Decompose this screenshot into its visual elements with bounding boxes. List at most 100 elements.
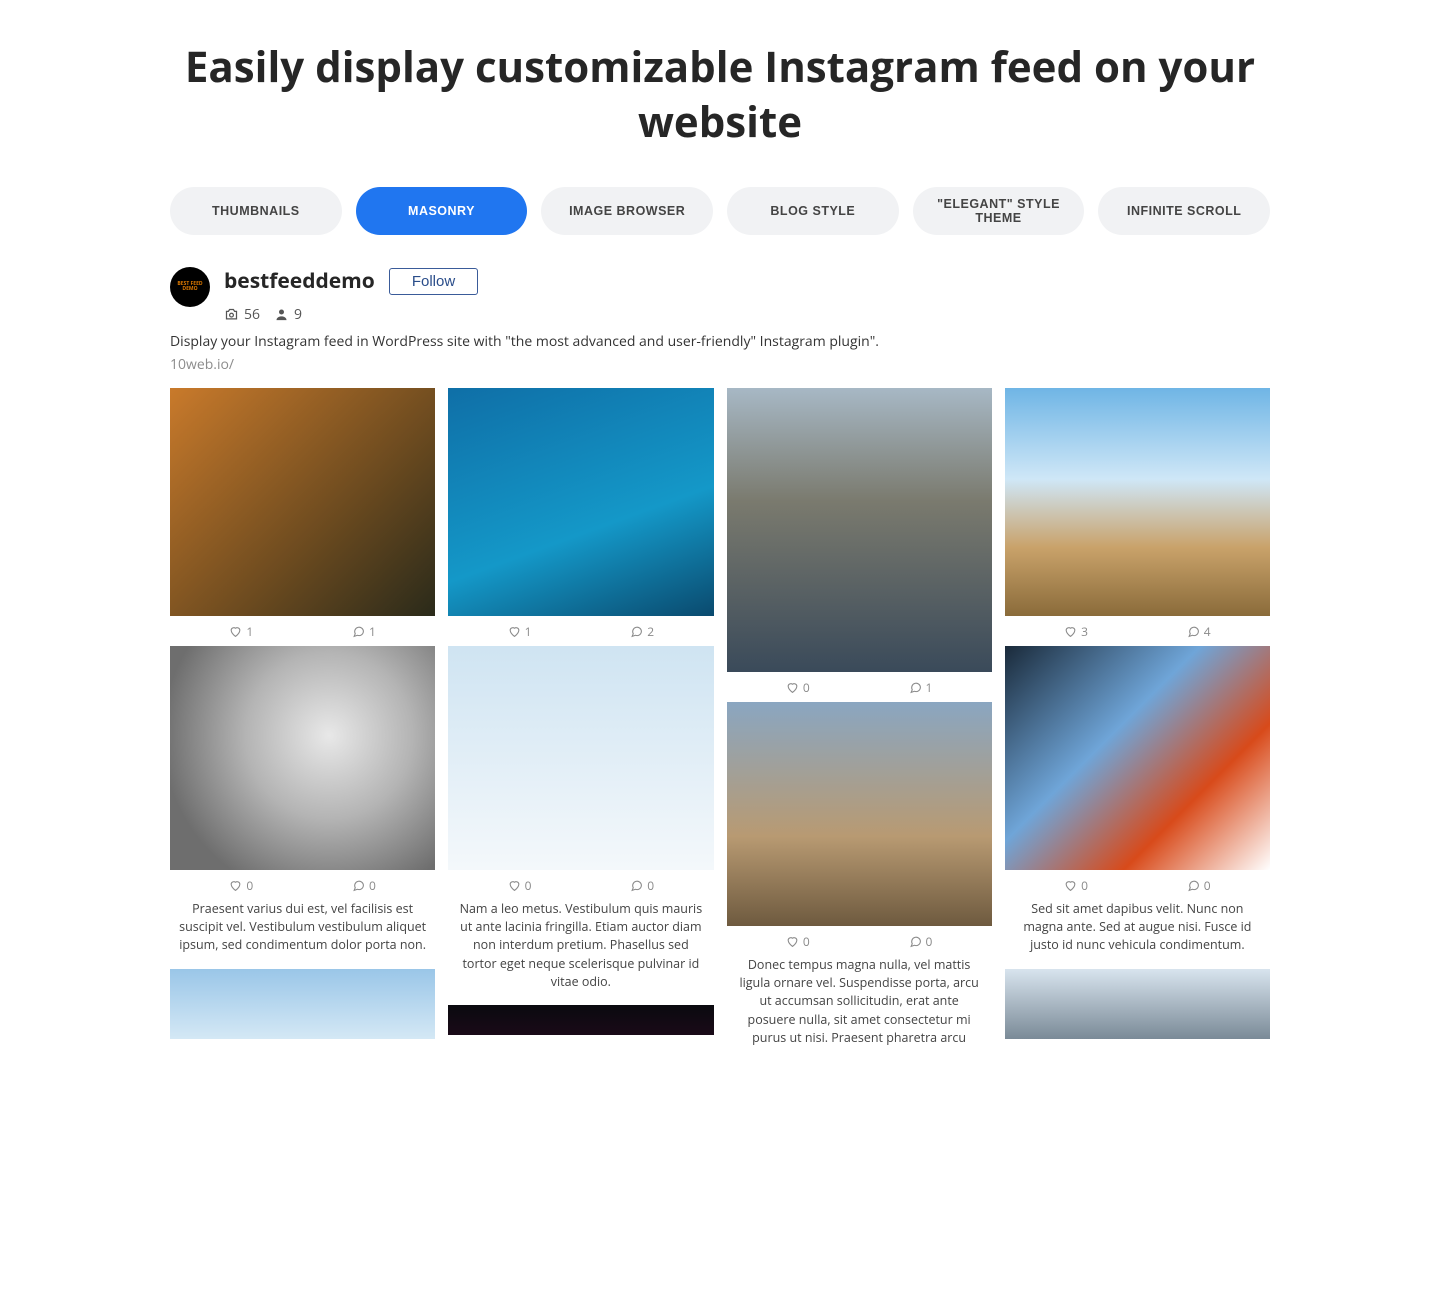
feed-image[interactable] [1005, 388, 1270, 616]
feed-meta: 00 [448, 870, 713, 898]
camera-icon [224, 307, 239, 322]
comments-count: 1 [926, 679, 933, 696]
comment-icon [1187, 625, 1200, 638]
comments-count: 2 [647, 623, 654, 640]
follow-button[interactable]: Follow [389, 268, 478, 295]
comment-icon [630, 625, 643, 638]
feed-image[interactable] [448, 1005, 713, 1035]
feed-meta: 34 [1005, 616, 1270, 644]
feed-meta: 11 [170, 616, 435, 644]
tab-masonry[interactable]: MASONRY [356, 187, 528, 235]
avatar[interactable]: BEST FEED DEMO [170, 267, 210, 307]
feed-image[interactable] [727, 388, 992, 672]
likes[interactable]: 1 [508, 623, 532, 640]
masonry-column: 3400Sed sit amet dapibus velit. Nunc non… [1005, 388, 1270, 1059]
comments[interactable]: 4 [1187, 623, 1211, 640]
posts-count: 56 [224, 305, 260, 324]
feed-card: 12 [448, 388, 713, 644]
heart-icon [786, 681, 799, 694]
feed-card: 00Sed sit amet dapibus velit. Nunc non m… [1005, 646, 1270, 966]
masonry-column: 1100Praesent varius dui est, vel facilis… [170, 388, 435, 1059]
feed-image[interactable] [170, 388, 435, 616]
heart-icon [229, 879, 242, 892]
comments-count: 1 [369, 623, 376, 640]
feed-image[interactable] [1005, 646, 1270, 870]
feed-image[interactable] [1005, 969, 1270, 1039]
likes[interactable]: 0 [229, 877, 253, 894]
followers-count-value: 9 [294, 305, 302, 324]
likes-count: 0 [525, 877, 532, 894]
heart-icon [786, 935, 799, 948]
profile-link[interactable]: 10web.io/ [170, 355, 1270, 374]
likes-count: 1 [525, 623, 532, 640]
comments-count: 4 [1204, 623, 1211, 640]
feed-caption: Sed sit amet dapibus velit. Nunc non mag… [1005, 898, 1270, 966]
heart-icon [508, 625, 521, 638]
feed-image[interactable] [170, 646, 435, 870]
comment-icon [352, 879, 365, 892]
likes-count: 0 [803, 933, 810, 950]
user-icon [274, 307, 289, 322]
followers-count: 9 [274, 305, 302, 324]
feed-card: 00Praesent varius dui est, vel facilisis… [170, 646, 435, 966]
likes[interactable]: 0 [786, 933, 810, 950]
comment-icon [909, 935, 922, 948]
feed-caption: Praesent varius dui est, vel facilisis e… [170, 898, 435, 966]
tab-blog-style[interactable]: BLOG STYLE [727, 187, 899, 235]
feed-meta: 00 [727, 926, 992, 954]
tabs-bar: THUMBNAILS MASONRY IMAGE BROWSER BLOG STYLE… [170, 187, 1270, 235]
profile-header: BEST FEED DEMO bestfeeddemo Follow 56 9 [170, 267, 1270, 324]
likes[interactable]: 0 [1064, 877, 1088, 894]
likes[interactable]: 0 [786, 679, 810, 696]
posts-count-value: 56 [244, 305, 260, 324]
comments-count: 0 [647, 877, 654, 894]
comment-icon [352, 625, 365, 638]
tab-elegant-style-theme[interactable]: "ELEGANT" STYLE THEME [913, 187, 1085, 235]
heart-icon [1064, 879, 1077, 892]
heart-icon [229, 625, 242, 638]
feed-caption: Donec tempus magna nulla, vel mattis lig… [727, 954, 992, 1059]
comment-icon [1187, 879, 1200, 892]
comments[interactable]: 1 [352, 623, 376, 640]
tab-thumbnails[interactable]: THUMBNAILS [170, 187, 342, 235]
comments-count: 0 [926, 933, 933, 950]
heart-icon [1064, 625, 1077, 638]
comments[interactable]: 0 [909, 933, 933, 950]
profile-username[interactable]: bestfeeddemo [224, 267, 375, 295]
feed-card: 01 [727, 388, 992, 700]
tab-image-browser[interactable]: IMAGE BROWSER [541, 187, 713, 235]
feed-meta: 01 [727, 672, 992, 700]
tab-infinite-scroll[interactable]: INFINITE SCROLL [1098, 187, 1270, 235]
masonry-column: 1200Nam a leo metus. Vestibulum quis mau… [448, 388, 713, 1059]
feed-image[interactable] [448, 646, 713, 870]
comments-count: 0 [369, 877, 376, 894]
likes-count: 3 [1081, 623, 1088, 640]
comments[interactable]: 0 [352, 877, 376, 894]
feed-image[interactable] [170, 969, 435, 1039]
feed-card: 00Donec tempus magna nulla, vel mattis l… [727, 702, 992, 1059]
likes[interactable]: 0 [508, 877, 532, 894]
likes-count: 1 [246, 623, 253, 640]
comments[interactable]: 1 [909, 679, 933, 696]
feed-card: 34 [1005, 388, 1270, 644]
likes[interactable]: 1 [229, 623, 253, 640]
comment-icon [909, 681, 922, 694]
masonry-feed: 1100Praesent varius dui est, vel facilis… [170, 388, 1270, 1059]
likes[interactable]: 3 [1064, 623, 1088, 640]
likes-count: 0 [246, 877, 253, 894]
comments[interactable]: 2 [630, 623, 654, 640]
comments[interactable]: 0 [630, 877, 654, 894]
comment-icon [630, 879, 643, 892]
feed-card: 11 [170, 388, 435, 644]
heart-icon [508, 879, 521, 892]
feed-image[interactable] [727, 702, 992, 926]
page-title: Easily display customizable Instagram fe… [170, 40, 1270, 149]
likes-count: 0 [1081, 877, 1088, 894]
feed-meta: 12 [448, 616, 713, 644]
comments[interactable]: 0 [1187, 877, 1211, 894]
comments-count: 0 [1204, 877, 1211, 894]
feed-meta: 00 [170, 870, 435, 898]
feed-meta: 00 [1005, 870, 1270, 898]
feed-image[interactable] [448, 388, 713, 616]
feed-card: 00Nam a leo metus. Vestibulum quis mauri… [448, 646, 713, 1003]
